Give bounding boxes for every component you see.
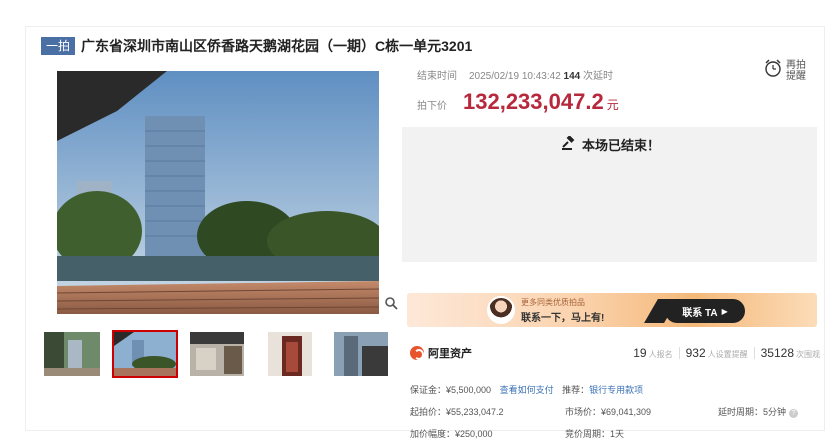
building-photo <box>57 71 379 314</box>
price-unit: 元 <box>606 98 619 112</box>
delay-count: 144 <box>563 71 581 82</box>
delay-period-row: 延时周期：5分钟? <box>718 405 799 418</box>
ended-label: 本场已结束！ <box>582 138 661 153</box>
price-row: 拍下价 132,233,047.2 元 <box>417 89 619 115</box>
auction-card: 一拍 广东省深圳市南山区侨香路天鹅湖花园（一期）C栋一单元3201 结束时间 2… <box>25 26 825 439</box>
remind-label: 再拍提醒 <box>786 59 806 82</box>
contact-ta-button[interactable]: 联系 TA ▶ <box>665 299 745 323</box>
divider <box>753 347 755 359</box>
ali-asset-logo: 阿里资产 <box>410 345 472 361</box>
alarm-clock-icon <box>764 59 782 82</box>
reminder-label: 人设置提醒 <box>707 350 748 359</box>
thumbnail-5[interactable] <box>332 330 390 378</box>
recommend-link[interactable]: 银行专用款项 <box>589 385 643 395</box>
deposit-row: 保证金：¥5,500,000 查看如何支付 推荐：银行专用款项 <box>410 383 643 396</box>
round-tag: 一拍 <box>41 37 76 55</box>
title-row: 一拍 广东省深圳市南山区侨香路天鹅湖花园（一期）C栋一单元3201 <box>41 37 472 55</box>
thumbnail-4[interactable] <box>266 330 314 378</box>
delay-period: 延时周期：5分钟 <box>718 407 787 417</box>
contact-ta-label: 联系 TA <box>682 307 718 319</box>
magnifier-icon[interactable] <box>385 297 398 313</box>
thumbnail-1[interactable] <box>42 330 102 378</box>
bid-increment: 加价幅度：¥250,000 <box>410 429 493 439</box>
recommend-label: 推荐： <box>562 385 590 395</box>
end-time-row: 结束时间 2025/02/19 10:43:42 144 次延时 <box>417 67 613 82</box>
stat-counters: 19 人报名 932 人设置提醒 35128 次围观 <box>633 346 820 360</box>
stats-row: 阿里资产 19 人报名 932 人设置提醒 35128 次围观 <box>410 345 820 361</box>
payment-help-link[interactable]: 查看如何支付 <box>500 385 554 395</box>
auction-ended-message: 本场已结束！ <box>562 135 660 154</box>
view-label: 次围观 <box>796 350 820 359</box>
ali-logo-icon <box>410 346 424 360</box>
market-price: 市场价：¥69,041,309 <box>565 407 652 417</box>
bid-period: 竞价周期：1天 <box>565 429 625 439</box>
banner-subtext: 更多同类优质拍品 <box>521 298 585 307</box>
brand-name: 阿里资产 <box>428 348 472 360</box>
reminder-count: 932 <box>685 346 706 360</box>
final-price: 132,233,047.2 <box>463 89 604 114</box>
agent-avatar <box>487 296 515 324</box>
thumbnail-3[interactable] <box>188 330 246 378</box>
main-photo[interactable] <box>57 71 379 314</box>
listing-title[interactable]: 广东省深圳市南山区侨香路天鹅湖花园（一期）C栋一单元3201 <box>81 36 472 56</box>
divider <box>678 347 680 359</box>
banner-headline: 联系一下，马上有! <box>521 313 605 324</box>
thumbnail-strip <box>42 330 390 378</box>
delay-label: 次延时 <box>583 71 614 82</box>
start-price: 起拍价：¥55,233,047.2 <box>410 407 504 417</box>
remind-button[interactable]: 再拍提醒 <box>764 59 810 82</box>
signup-count: 19 <box>633 346 647 360</box>
view-count: 35128 <box>760 346 794 360</box>
auction-ended-box: 本场已结束！ <box>402 127 817 262</box>
end-time-label: 结束时间 <box>417 71 457 82</box>
price-label: 拍下价 <box>417 101 447 112</box>
gavel-icon <box>562 135 576 153</box>
contact-banner[interactable]: 更多同类优质拍品 联系一下，马上有! 联系 TA ▶ <box>407 293 817 327</box>
play-triangle-icon: ▶ <box>721 306 728 316</box>
signup-label: 人报名 <box>648 350 673 359</box>
end-time-value: 2025/02/19 10:43:42 <box>469 71 561 82</box>
deposit-value: 保证金：¥5,500,000 <box>410 385 492 395</box>
question-icon[interactable]: ? <box>789 409 799 418</box>
thumbnail-2-active[interactable] <box>112 330 178 378</box>
